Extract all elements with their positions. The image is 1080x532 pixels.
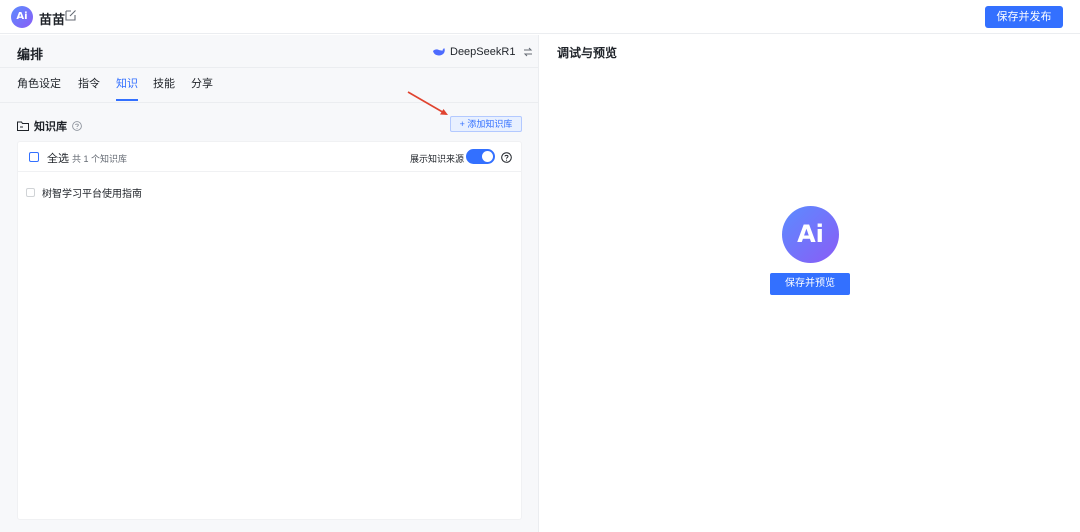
select-all-label: 全选 bbox=[47, 153, 69, 165]
orchestration-panel: 编排 DeepSeekR1 角色设定 指令 知识 技能 分享 知识库 + 添加知… bbox=[0, 35, 539, 532]
show-source-label: 展示知识来源 bbox=[410, 154, 465, 164]
preview-title: 调试与预览 bbox=[557, 46, 618, 60]
show-source-toggle[interactable] bbox=[466, 149, 495, 164]
deepseek-whale-icon bbox=[433, 48, 445, 56]
select-all-checkbox[interactable] bbox=[29, 152, 39, 162]
model-name: DeepSeekR1 bbox=[450, 46, 516, 58]
toggle-knob bbox=[482, 151, 493, 162]
help-icon[interactable] bbox=[501, 152, 512, 163]
knowledge-base-header: 知识库 bbox=[17, 118, 82, 134]
knowledge-base-list: 全选 共 1 个知识库 展示知识来源 树智学习平台使用指南 bbox=[17, 141, 522, 520]
tab-skills[interactable]: 技能 bbox=[153, 77, 175, 101]
tab-instruction[interactable]: 指令 bbox=[78, 77, 100, 101]
tab-role-setting[interactable]: 角色设定 bbox=[17, 77, 61, 101]
save-and-publish-button[interactable]: 保存并发布 bbox=[985, 6, 1063, 28]
divider bbox=[0, 67, 539, 68]
app-name: 苗苗 bbox=[39, 12, 66, 27]
swap-icon[interactable] bbox=[523, 47, 533, 57]
folder-icon bbox=[17, 121, 29, 131]
assistant-avatar-icon: Ai bbox=[782, 206, 839, 263]
annotation-arrow-icon bbox=[407, 91, 448, 115]
tab-share[interactable]: 分享 bbox=[191, 77, 213, 101]
panel-title: 编排 bbox=[17, 47, 44, 62]
item-checkbox[interactable] bbox=[26, 188, 35, 197]
knowledge-base-title: 知识库 bbox=[34, 121, 67, 133]
divider bbox=[0, 102, 539, 103]
save-and-preview-button[interactable]: 保存并预览 bbox=[770, 273, 850, 295]
list-header: 全选 共 1 个知识库 展示知识来源 bbox=[18, 142, 521, 172]
edit-icon[interactable] bbox=[65, 9, 77, 21]
tab-bar: 角色设定 指令 知识 技能 分享 bbox=[17, 77, 213, 101]
help-icon[interactable] bbox=[72, 121, 82, 131]
list-item[interactable]: 树智学习平台使用指南 bbox=[26, 185, 142, 200]
app-logo-icon: Ai bbox=[11, 6, 33, 28]
model-selector[interactable]: DeepSeekR1 bbox=[432, 44, 533, 60]
add-knowledge-base-button[interactable]: + 添加知识库 bbox=[450, 116, 522, 132]
top-bar: Ai 苗苗 保存并发布 bbox=[0, 0, 1080, 34]
debug-preview-panel: 调试与预览 Ai 保存并预览 bbox=[540, 35, 1080, 532]
tab-knowledge[interactable]: 知识 bbox=[116, 77, 138, 101]
knowledge-base-name: 树智学习平台使用指南 bbox=[42, 189, 142, 200]
knowledge-base-count: 共 1 个知识库 bbox=[72, 154, 128, 164]
